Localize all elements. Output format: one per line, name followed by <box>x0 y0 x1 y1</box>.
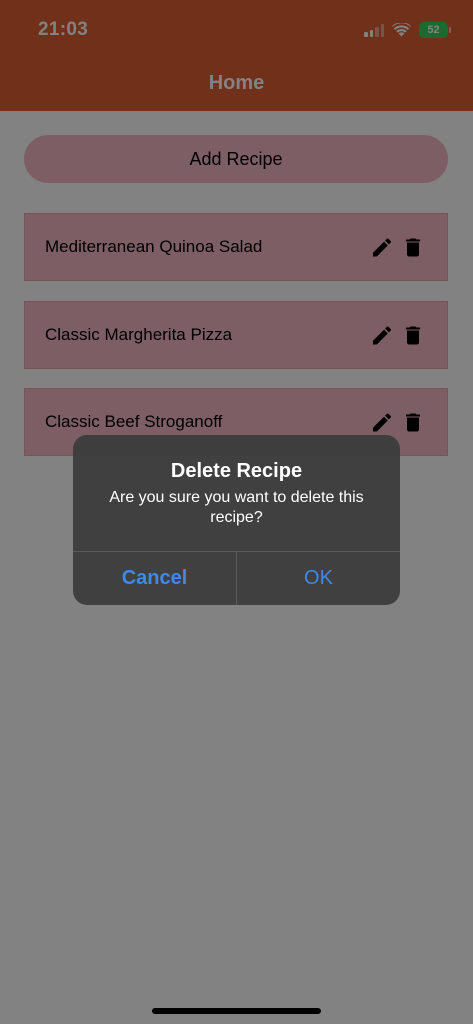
home-indicator <box>152 1008 321 1014</box>
dialog-title: Delete Recipe <box>170 460 303 482</box>
cancel-button[interactable]: Cancel <box>73 552 236 605</box>
dialog-message: Are you sure you want to delete this rec… <box>109 489 364 526</box>
screen: 21:03 52 Home Add Recipe Mediterranean Q… <box>0 0 473 1024</box>
ok-button[interactable]: OK <box>237 552 400 605</box>
delete-dialog: Delete Recipe Are you sure you want to d… <box>73 435 400 605</box>
